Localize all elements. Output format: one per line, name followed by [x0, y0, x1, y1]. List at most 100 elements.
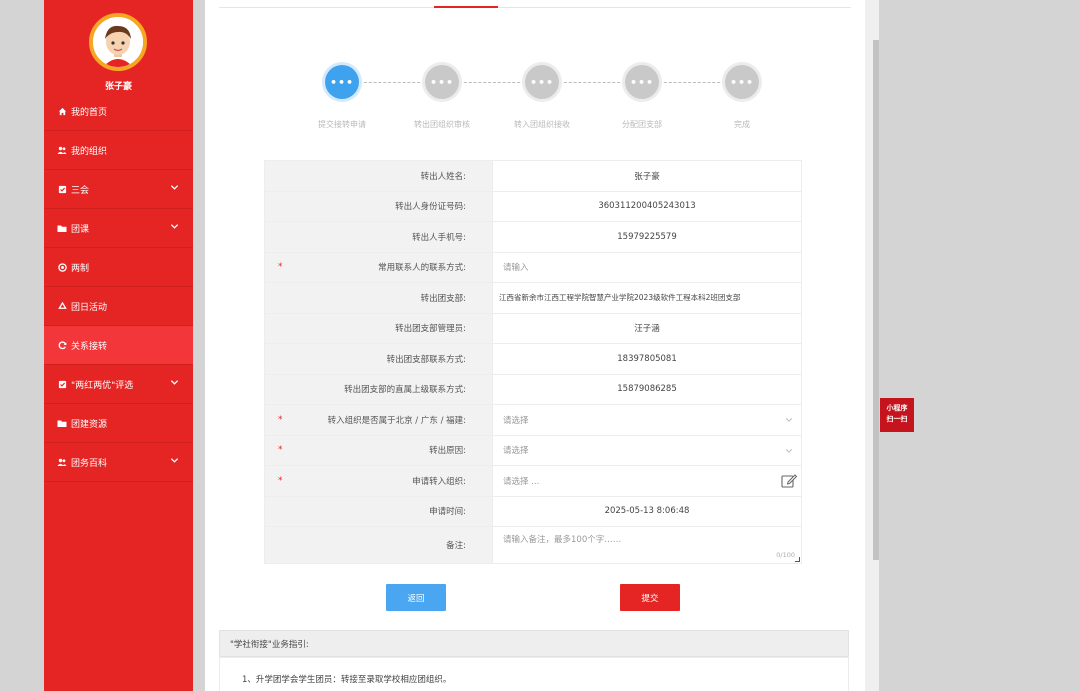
sidebar-item-label: 我的组织	[71, 146, 108, 157]
reason-select[interactable]: 请选择	[492, 434, 802, 466]
avatar-icon	[93, 17, 143, 67]
edit-icon[interactable]	[780, 472, 798, 490]
main-panel: ••• 提交接转申请 ••• 转出团组织审核 ••• 转入团组织接收 ••• 分…	[205, 0, 865, 691]
form-row: * 常用联系人的联系方式: 请输入	[264, 251, 802, 283]
sidebar-item-label: 团务百科	[71, 458, 108, 469]
progress-steps: ••• 提交接转申请 ••• 转出团组织审核 ••• 转入团组织接收 ••• 分…	[297, 65, 777, 135]
mini-program-qr-tag[interactable]: 小程序 扫一扫	[880, 398, 914, 432]
transfer-form: 转出人姓名: 张子豪 转出人身份证号码: 360311200405243013 …	[264, 160, 802, 564]
chevron-down-icon	[170, 222, 179, 231]
active-tab-indicator	[434, 6, 498, 8]
more-dots-icon: •••	[525, 65, 559, 99]
sidebar-item-my-home[interactable]: 我的首页	[44, 92, 193, 131]
guide-item: 1、升学团学会学生团员：转接至录取学校相应团组织。	[219, 657, 849, 691]
checkbox-icon	[57, 379, 67, 389]
step-complete: ••• 完成	[697, 65, 787, 130]
step-label: 提交接转申请	[318, 120, 366, 129]
step-incoming-receive: ••• 转入团组织接收	[497, 65, 587, 130]
sidebar-item-league-day[interactable]: 团日活动	[44, 287, 193, 326]
form-row: 转出团支部联系方式: 18397805081	[264, 343, 802, 375]
field-label: 转出人姓名:	[264, 160, 493, 192]
step-label: 完成	[734, 120, 750, 129]
input-placeholder: 请输入	[503, 263, 529, 274]
back-button[interactable]: 返回	[386, 584, 446, 611]
sidebar-item-my-org[interactable]: 我的组织	[44, 131, 193, 170]
folder-icon	[57, 418, 67, 428]
form-row: 申请时间: 2025-05-13 8:06:48	[264, 495, 802, 527]
remark-textarea[interactable]: 请输入备注，最多100个字…… 0/100	[492, 526, 802, 564]
field-label: 转出团支部联系方式:	[264, 343, 493, 375]
region-select[interactable]: 请选择	[492, 404, 802, 436]
sidebar-item-league-resources[interactable]: 团建资源	[44, 404, 193, 443]
sidebar-item-relation-transfer[interactable]: 关系接转	[44, 326, 193, 365]
field-label: 申请转入组织:	[412, 476, 466, 487]
field-label-cell: * 转入组织是否属于北京 / 广东 / 福建:	[264, 404, 493, 436]
more-dots-icon: •••	[625, 65, 659, 99]
sidebar-item-league-class[interactable]: 团课	[44, 209, 193, 248]
sidebar-item-label: 团日活动	[71, 302, 108, 313]
sidebar-item-label: "两红两优"评选	[71, 380, 134, 391]
user-name: 张子豪	[104, 82, 132, 92]
field-label: 转出原因:	[429, 446, 466, 457]
form-row: * 转入组织是否属于北京 / 广东 / 福建: 请选择	[264, 404, 802, 436]
sidebar-item-label: 团课	[71, 224, 90, 235]
user-avatar[interactable]	[89, 13, 147, 71]
field-value: 2025-05-13 8:06:48	[492, 495, 802, 527]
chevron-down-icon	[785, 447, 793, 455]
sidebar-item-league-wiki[interactable]: 团务百科	[44, 443, 193, 482]
sidebar-item-two-systems[interactable]: 两制	[44, 248, 193, 287]
top-divider	[219, 7, 851, 8]
field-label-cell: * 转出原因:	[264, 434, 493, 466]
step-label: 转入团组织接收	[514, 120, 570, 129]
scrollbar-thumb[interactable]	[873, 40, 879, 560]
form-row: * 转出原因: 请选择	[264, 434, 802, 466]
field-label: 转出人身份证号码:	[264, 190, 493, 222]
target-org-picker[interactable]: 请选择 ...	[492, 465, 802, 497]
step-label: 转出团组织审核	[414, 120, 470, 129]
step-label: 分配团支部	[622, 120, 662, 129]
field-label: 申请时间:	[264, 495, 493, 527]
more-dots-icon: •••	[325, 65, 359, 99]
submit-button[interactable]: 提交	[620, 584, 680, 611]
field-label-cell: * 申请转入组织:	[264, 465, 493, 497]
field-label: 转出团支部管理员:	[264, 312, 493, 344]
textarea-placeholder: 请输入备注，最多100个字……	[503, 535, 622, 545]
field-label: 转出人手机号:	[264, 221, 493, 253]
sidebar-menu: 我的首页 我的组织 三会 团课 两制 团日活动 关系接转 "两红两优"评选 团建…	[44, 92, 193, 482]
field-value: 18397805081	[492, 343, 802, 375]
users-icon	[57, 457, 67, 467]
required-marker: *	[278, 475, 283, 486]
field-value: 360311200405243013	[492, 190, 802, 222]
mini-tag-line: 小程序	[886, 404, 908, 412]
field-value: 15879086285	[492, 373, 802, 405]
users-icon	[57, 145, 67, 155]
required-marker: *	[278, 445, 283, 456]
chevron-down-icon	[170, 378, 179, 387]
field-label: 常用联系人的联系方式:	[378, 263, 466, 274]
mini-tag-line: 扫一扫	[886, 415, 908, 423]
sidebar-item-three-meetings[interactable]: 三会	[44, 170, 193, 209]
chevron-down-icon	[785, 416, 793, 424]
step-outgoing-review: ••• 转出团组织审核	[397, 65, 487, 130]
required-marker: *	[278, 262, 283, 273]
form-row: 备注: 请输入备注，最多100个字…… 0/100	[264, 526, 802, 564]
home-icon	[57, 106, 67, 116]
contact-input[interactable]: 请输入	[492, 251, 802, 283]
char-counter: 0/100	[776, 551, 795, 559]
sidebar: 张子豪 我的首页 我的组织 三会 团课 两制 团日活动 关系接转 "两红两优"评…	[44, 0, 193, 691]
step-submit-application: ••• 提交接转申请	[297, 65, 387, 130]
form-row: 转出团支部管理员: 汪子涵	[264, 312, 802, 344]
chevron-down-icon	[170, 456, 179, 465]
form-row: 转出团支部: 江西省新余市江西工程学院智慧产业学院2023级软件工程本科2班团支…	[264, 282, 802, 314]
form-row: 转出人手机号: 15979225579	[264, 221, 802, 253]
field-value: 汪子涵	[492, 312, 802, 344]
resize-handle[interactable]	[795, 557, 800, 562]
step-assign-branch: ••• 分配团支部	[597, 65, 687, 130]
folder-icon	[57, 223, 67, 233]
field-label-cell: * 常用联系人的联系方式:	[264, 251, 493, 283]
sidebar-item-two-red-two-excellent[interactable]: "两红两优"评选	[44, 365, 193, 404]
sidebar-item-label: 两制	[71, 263, 90, 274]
recycle-icon	[57, 301, 67, 311]
more-dots-icon: •••	[425, 65, 459, 99]
field-value: 15979225579	[492, 221, 802, 253]
